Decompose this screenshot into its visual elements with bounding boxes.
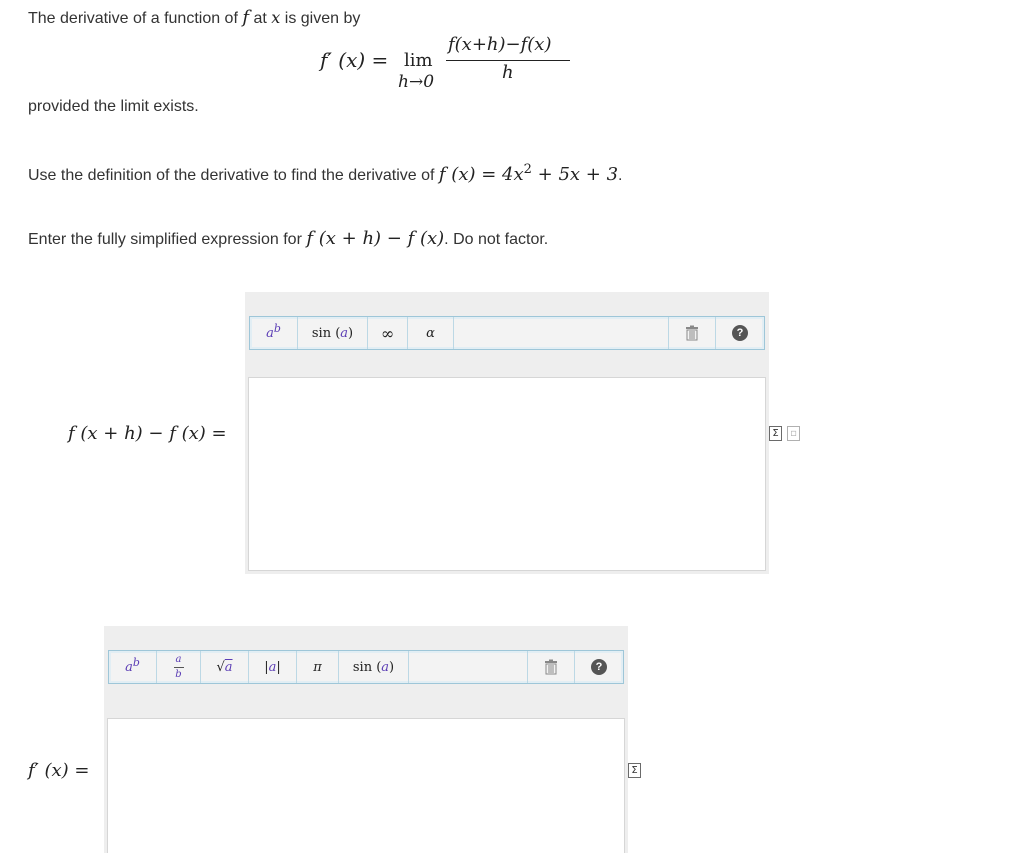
sin-button[interactable]: sin (a) xyxy=(339,651,409,683)
question1-widget: ab sin (a) ∞ α ? xyxy=(245,292,769,574)
formula-lhs: f′ (x) = xyxy=(320,48,389,72)
superscript-button[interactable]: ab xyxy=(250,317,298,349)
infinity-button[interactable]: ∞ xyxy=(368,317,408,349)
formula-lim-subscript: h→0 xyxy=(398,72,435,92)
provided-text: provided the limit exists. xyxy=(28,98,199,115)
question2-widget: ab a b √a |a| π sin (a) ? xyxy=(104,626,628,853)
help-icon: ? xyxy=(591,659,607,675)
trash-button[interactable] xyxy=(527,651,575,683)
intro-text: The derivative of a function of f at x i… xyxy=(28,7,361,28)
question2-toolbar: ab a b √a |a| π sin (a) ? xyxy=(108,650,624,684)
derivative-definition-formula: f′ (x) = lim h→0 f(x+h)−f(x) h xyxy=(320,34,580,92)
formula-fraction-bar xyxy=(446,60,570,61)
instruction-expression: f (x + h) − f (x) xyxy=(306,228,445,249)
trash-icon xyxy=(686,325,698,341)
task-text: Use the definition of the derivative to … xyxy=(28,162,623,185)
sqrt-button[interactable]: √a xyxy=(201,651,249,683)
sin-button[interactable]: sin (a) xyxy=(298,317,368,349)
help-icon: ? xyxy=(732,325,748,341)
pi-button[interactable]: π xyxy=(297,651,339,683)
formula-denominator: h xyxy=(502,62,514,83)
alpha-button[interactable]: α xyxy=(408,317,454,349)
question1-label: f (x + h) − f (x) = xyxy=(68,423,227,444)
trash-icon xyxy=(545,659,557,675)
question1-toolbar: ab sin (a) ∞ α ? xyxy=(249,316,765,350)
question2-input[interactable] xyxy=(107,718,625,853)
preview-icon[interactable]: ▫ xyxy=(787,426,800,441)
help-button[interactable]: ? xyxy=(716,317,764,349)
formula-lim: lim xyxy=(404,50,433,71)
fraction-button[interactable]: a b xyxy=(157,651,201,683)
equation-editor-icon[interactable]: Σ xyxy=(769,426,782,441)
question1-input[interactable] xyxy=(248,377,766,571)
equation-editor-icon[interactable]: Σ xyxy=(628,763,641,778)
task-function: f (x) = 4x2 + 5x + 3 xyxy=(438,162,619,185)
trash-button[interactable] xyxy=(668,317,716,349)
help-button[interactable]: ? xyxy=(575,651,623,683)
formula-numerator: f(x+h)−f(x) xyxy=(448,34,552,55)
superscript-button[interactable]: ab xyxy=(109,651,157,683)
abs-button[interactable]: |a| xyxy=(249,651,297,683)
question2-label: f′ (x) = xyxy=(28,760,90,781)
instruction-text: Enter the fully simplified expression fo… xyxy=(28,228,549,249)
